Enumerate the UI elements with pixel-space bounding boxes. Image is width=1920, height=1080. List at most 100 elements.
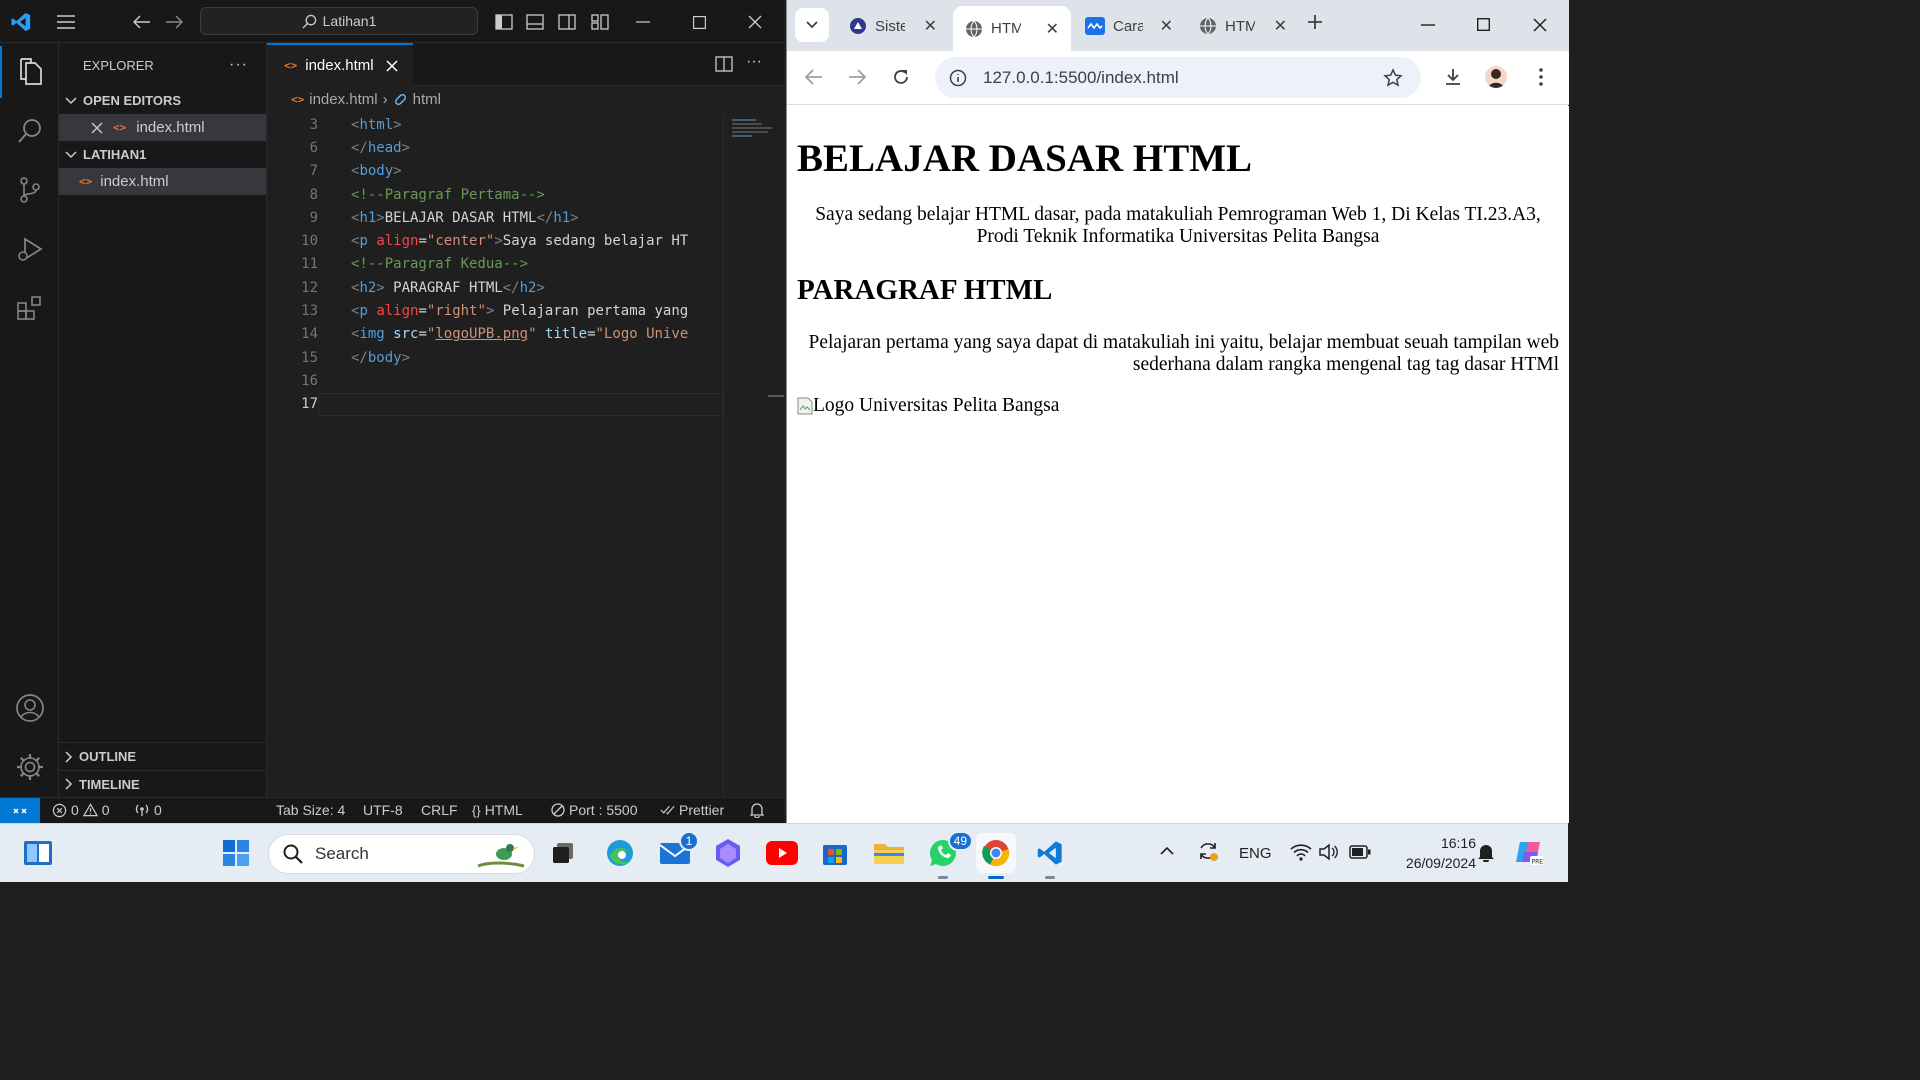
more-actions-icon[interactable]: ··· xyxy=(229,56,248,74)
eol-indicator[interactable]: CRLF xyxy=(421,802,458,818)
back-arrow-icon[interactable] xyxy=(130,10,154,34)
code-line[interactable]: 3 <html> xyxy=(267,113,723,136)
input-language[interactable]: ENG xyxy=(1239,845,1272,862)
close-tab-icon[interactable]: ✕ xyxy=(924,16,937,36)
browser-tab-active[interactable]: HTM ✕ xyxy=(953,6,1071,51)
code-line[interactable]: 8 <!--Paragraf Pertama--> xyxy=(267,183,723,206)
split-editor-icon[interactable] xyxy=(715,56,733,72)
battery-icon[interactable] xyxy=(1349,845,1371,859)
browser-tab[interactable]: HTM ✕ xyxy=(1187,8,1299,44)
forward-arrow-icon[interactable] xyxy=(162,10,186,34)
widgets-icon[interactable] xyxy=(18,833,58,873)
close-icon[interactable] xyxy=(743,10,767,34)
minimize-icon[interactable] xyxy=(631,10,655,34)
menu-icon[interactable] xyxy=(54,10,78,34)
encoding-indicator[interactable]: UTF-8 xyxy=(363,802,403,818)
sync-icon[interactable] xyxy=(1197,840,1219,862)
close-window-icon[interactable] xyxy=(1533,18,1547,32)
remote-indicator[interactable] xyxy=(0,798,40,824)
file-explorer-icon[interactable] xyxy=(869,833,909,873)
breadcrumb-file[interactable]: index.html xyxy=(309,91,377,108)
edge-browser-icon[interactable] xyxy=(600,833,640,873)
timeline-section[interactable]: TIMELINE xyxy=(59,770,266,797)
reload-icon[interactable] xyxy=(892,68,910,86)
show-hidden-icons-chevron-icon[interactable] xyxy=(1160,846,1174,855)
code-line[interactable]: 17 xyxy=(267,392,723,416)
notifications-bell-icon[interactable] xyxy=(750,802,764,818)
search-icon[interactable] xyxy=(0,105,59,157)
close-tab-icon[interactable]: ✕ xyxy=(1046,19,1059,39)
prettier-indicator[interactable]: Prettier xyxy=(660,802,724,818)
notification-bell-icon[interactable] xyxy=(1477,842,1495,862)
forward-arrow-icon[interactable] xyxy=(848,69,866,85)
source-control-icon[interactable] xyxy=(0,164,59,216)
problems-indicator[interactable]: 0 0 xyxy=(52,802,110,818)
close-tab-icon[interactable] xyxy=(386,59,398,72)
chrome-icon[interactable] xyxy=(976,833,1016,879)
extensions-icon[interactable] xyxy=(0,282,59,334)
tab-search-button[interactable] xyxy=(795,8,829,42)
code-line[interactable]: 9 <h1>BELAJAR DASAR HTML</h1> xyxy=(267,206,723,229)
whatsapp-icon[interactable]: 49 xyxy=(923,831,973,879)
address-bar[interactable]: 127.0.0.1:5500/index.html xyxy=(935,57,1421,98)
volume-icon[interactable] xyxy=(1318,843,1338,861)
wifi-icon[interactable] xyxy=(1290,843,1312,861)
taskbar-search-box[interactable]: Search xyxy=(268,834,535,874)
broken-image[interactable]: Logo Universitas Pelita Bangsa xyxy=(797,395,1059,417)
customize-layout-icon[interactable] xyxy=(588,10,612,34)
maximize-icon[interactable] xyxy=(1477,18,1490,31)
minimap[interactable] xyxy=(723,113,784,797)
browser-tab[interactable]: Siste ✕ xyxy=(837,8,949,44)
bookmark-star-icon[interactable] xyxy=(1383,67,1403,88)
code-line[interactable]: 13 <p align="right"> Pelajaran pertama ya… xyxy=(267,299,723,322)
toggle-secondary-sidebar-icon[interactable] xyxy=(555,10,579,34)
editor-tab[interactable]: <> index.html xyxy=(267,43,413,86)
code-line[interactable]: 11 <!--Paragraf Kedua--> xyxy=(267,253,723,276)
breadcrumb-symbol[interactable]: html xyxy=(413,91,441,108)
code-line[interactable]: 16 xyxy=(267,369,723,392)
clock[interactable]: 16:16 26/09/2024 xyxy=(1380,833,1476,873)
editor-more-actions-icon[interactable]: ··· xyxy=(746,53,762,71)
settings-gear-icon[interactable] xyxy=(0,741,59,793)
code-line[interactable]: 12 <h2> PARAGRAF HTML</h2> xyxy=(267,276,723,299)
windows-start-icon[interactable] xyxy=(216,833,256,873)
task-view-icon[interactable] xyxy=(543,833,583,873)
open-editor-item[interactable]: <> index.html xyxy=(59,114,266,141)
copilot-icon[interactable]: PRE xyxy=(1514,838,1544,866)
code-line[interactable]: 15 </body> xyxy=(267,346,723,369)
vscode-taskbar-icon[interactable] xyxy=(1030,833,1070,879)
code-line[interactable]: 10 <p align="center">Saya sedang belajar … xyxy=(267,229,723,252)
profile-avatar[interactable] xyxy=(1485,66,1507,88)
mail-icon[interactable]: 1 xyxy=(655,831,699,873)
code-editor[interactable]: 3 <html> 6 </head> 7 <body> 8 <!--Paragraf Pert… xyxy=(267,113,723,416)
back-arrow-icon[interactable] xyxy=(805,69,823,85)
file-tree-item[interactable]: <> index.html xyxy=(59,168,266,195)
command-center-search[interactable]: Latihan1 xyxy=(200,7,478,35)
site-info-icon[interactable] xyxy=(949,69,967,87)
code-line[interactable]: 14 <img src="logoUPB.png" title="Logo Uni… xyxy=(267,323,723,346)
copilot-hex-icon[interactable] xyxy=(708,833,748,873)
maximize-icon[interactable] xyxy=(687,10,711,34)
outline-section[interactable]: OUTLINE xyxy=(59,743,266,770)
minimize-icon[interactable] xyxy=(1421,24,1435,26)
live-server-indicator[interactable]: Port : 5500 xyxy=(551,802,638,818)
close-editor-icon[interactable] xyxy=(91,122,103,134)
toggle-primary-sidebar-icon[interactable] xyxy=(492,10,516,34)
code-line[interactable]: 6 </head> xyxy=(267,136,723,159)
chrome-menu-icon[interactable] xyxy=(1539,68,1543,86)
tab-size-indicator[interactable]: Tab Size: 4 xyxy=(276,802,345,818)
open-editors-section[interactable]: OPEN EDITORS xyxy=(59,87,266,114)
code-line[interactable]: 7 <body> xyxy=(267,160,723,183)
accounts-icon[interactable] xyxy=(0,682,59,734)
youtube-icon[interactable] xyxy=(762,833,802,873)
ports-indicator[interactable]: 0 xyxy=(134,802,162,818)
downloads-icon[interactable] xyxy=(1443,67,1463,87)
toggle-panel-icon[interactable] xyxy=(523,10,547,34)
close-tab-icon[interactable]: ✕ xyxy=(1160,16,1173,36)
language-mode-indicator[interactable]: {} HTML xyxy=(472,802,523,818)
close-tab-icon[interactable]: ✕ xyxy=(1274,16,1287,36)
folder-section[interactable]: LATIHAN1 xyxy=(59,141,266,168)
new-tab-plus-icon[interactable] xyxy=(1307,14,1323,30)
run-debug-icon[interactable] xyxy=(0,223,59,275)
explorer-icon[interactable] xyxy=(0,46,59,98)
